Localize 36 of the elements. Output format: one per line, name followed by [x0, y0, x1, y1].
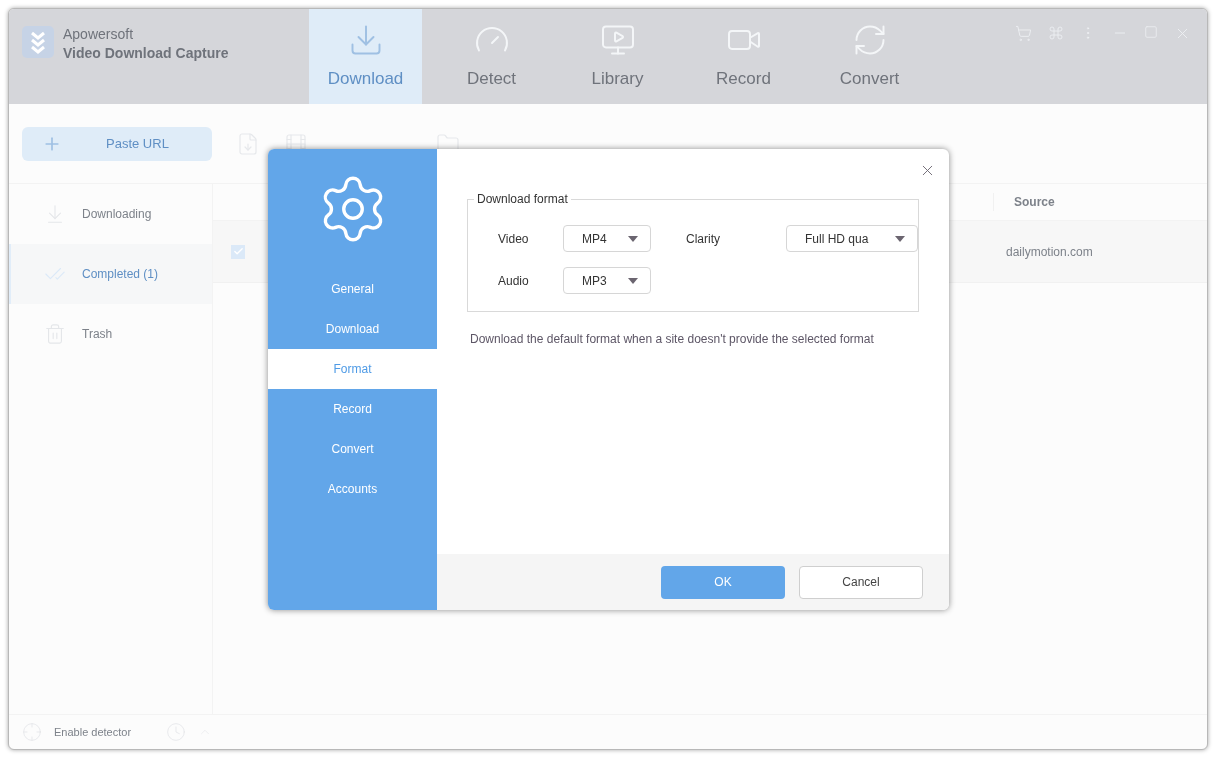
- dialog-nav-item[interactable]: Download: [268, 309, 437, 349]
- nav-tab[interactable]: Download: [309, 9, 422, 104]
- caret-icon: [628, 277, 638, 284]
- field-label: Video: [498, 230, 530, 248]
- caret-icon: [895, 235, 905, 242]
- format-dropdown[interactable]: MP4: [563, 225, 651, 252]
- nav-tab[interactable]: Library: [561, 9, 674, 104]
- group-title: Download format: [474, 192, 571, 206]
- nav-tab[interactable]: Detect: [435, 9, 548, 104]
- logo-icon: [21, 25, 55, 59]
- brand-name: Apowersoft: [63, 25, 135, 44]
- row-checkbox[interactable]: [231, 244, 245, 259]
- dialog-nav-item[interactable]: Format: [268, 349, 437, 389]
- format-note: Download the default format when a site doesn't provide the selected format: [470, 331, 875, 348]
- sidebar-item[interactable]: Completed (1): [9, 244, 212, 304]
- field-label: Clarity: [686, 230, 721, 248]
- column-header: Source: [993, 193, 1055, 211]
- paste-url-button[interactable]: Paste URL: [22, 126, 212, 161]
- field-label: Audio: [498, 272, 530, 290]
- format-dropdown[interactable]: MP3: [563, 267, 651, 294]
- dialog-nav-item[interactable]: Accounts: [268, 469, 437, 509]
- sidebar-item[interactable]: Trash: [9, 304, 212, 364]
- sidebar-item[interactable]: Downloading: [9, 184, 212, 244]
- table-cell-text: dailymotion.com: [1006, 243, 1093, 261]
- caret-icon: [628, 235, 638, 242]
- dialog-nav-item[interactable]: Record: [268, 389, 437, 429]
- ok-button[interactable]: OK: [661, 565, 785, 599]
- detector-label[interactable]: Enable detector: [54, 723, 154, 741]
- nav-tab[interactable]: Record: [687, 9, 800, 104]
- cancel-button[interactable]: Cancel: [799, 565, 923, 599]
- dialog-nav-item[interactable]: Convert: [268, 429, 437, 469]
- product-name: Video Download Capture: [63, 44, 229, 63]
- trash-icon: [44, 323, 66, 345]
- nav-tab[interactable]: Convert: [813, 9, 926, 104]
- dialog-nav-item[interactable]: General: [268, 269, 437, 309]
- format-dropdown[interactable]: Full HD qua: [786, 225, 918, 252]
